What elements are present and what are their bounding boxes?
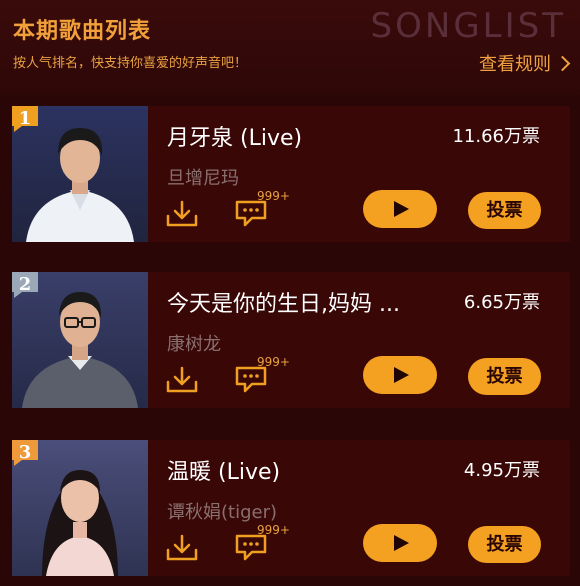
download-icon[interactable] xyxy=(166,366,198,394)
page-title: 本期歌曲列表 xyxy=(13,19,152,44)
singer-name: 旦增尼玛 xyxy=(167,168,239,189)
vote-count: 4.95万票 xyxy=(463,460,540,481)
view-rules-label: 查看规则 xyxy=(479,54,551,75)
view-rules-link[interactable]: 查看规则 xyxy=(479,50,571,76)
play-button[interactable] xyxy=(363,356,437,394)
rank-number: 1 xyxy=(18,108,32,129)
singer-photo[interactable]: 3 xyxy=(12,440,148,576)
play-button[interactable] xyxy=(363,524,437,562)
comment-count: 999+ xyxy=(257,355,290,369)
chevron-right-icon xyxy=(554,55,571,71)
song-card: 2 今天是你的生日,妈妈 ... 康树龙 6.65万票 999+ 投票 xyxy=(12,272,570,408)
song-card: 1 月牙泉 (Live) 旦增尼玛 11.66万票 999+ 投票 xyxy=(12,106,570,242)
singer-photo[interactable]: 1 xyxy=(12,106,148,242)
comment-count: 999+ xyxy=(257,189,290,203)
comment-count: 999+ xyxy=(257,523,290,537)
header: 本期歌曲列表 按人气排名，快支持你喜爱的好声音吧！ SONGLIST 查看规则 xyxy=(0,0,580,95)
song-title: 今天是你的生日,妈妈 ... xyxy=(167,292,400,317)
vote-button[interactable]: 投票 xyxy=(468,192,541,229)
vote-button[interactable]: 投票 xyxy=(468,526,541,563)
song-title: 温暖 (Live) xyxy=(167,460,281,485)
song-card: 3 温暖 (Live) 谭秋娟(tiger) 4.95万票 999+ 投票 xyxy=(12,440,570,576)
singer-photo[interactable]: 2 xyxy=(12,272,148,408)
rank-number: 3 xyxy=(18,442,32,463)
download-icon[interactable] xyxy=(166,534,198,562)
rank-badge: 1 xyxy=(12,106,40,132)
song-title: 月牙泉 (Live) xyxy=(167,126,303,151)
rank-badge: 3 xyxy=(12,440,40,466)
rank-number: 2 xyxy=(18,274,32,295)
vote-button[interactable]: 投票 xyxy=(468,358,541,395)
play-button[interactable] xyxy=(363,190,437,228)
download-icon[interactable] xyxy=(166,200,198,228)
page-subtitle: 按人气排名，快支持你喜爱的好声音吧！ xyxy=(13,56,248,71)
vote-count: 11.66万票 xyxy=(452,126,540,147)
vote-count: 6.65万票 xyxy=(463,292,540,313)
songlist-watermark: SONGLIST xyxy=(370,6,566,46)
singer-name: 康树龙 xyxy=(167,334,221,355)
singer-name: 谭秋娟(tiger) xyxy=(167,502,278,523)
rank-badge: 2 xyxy=(12,272,40,298)
